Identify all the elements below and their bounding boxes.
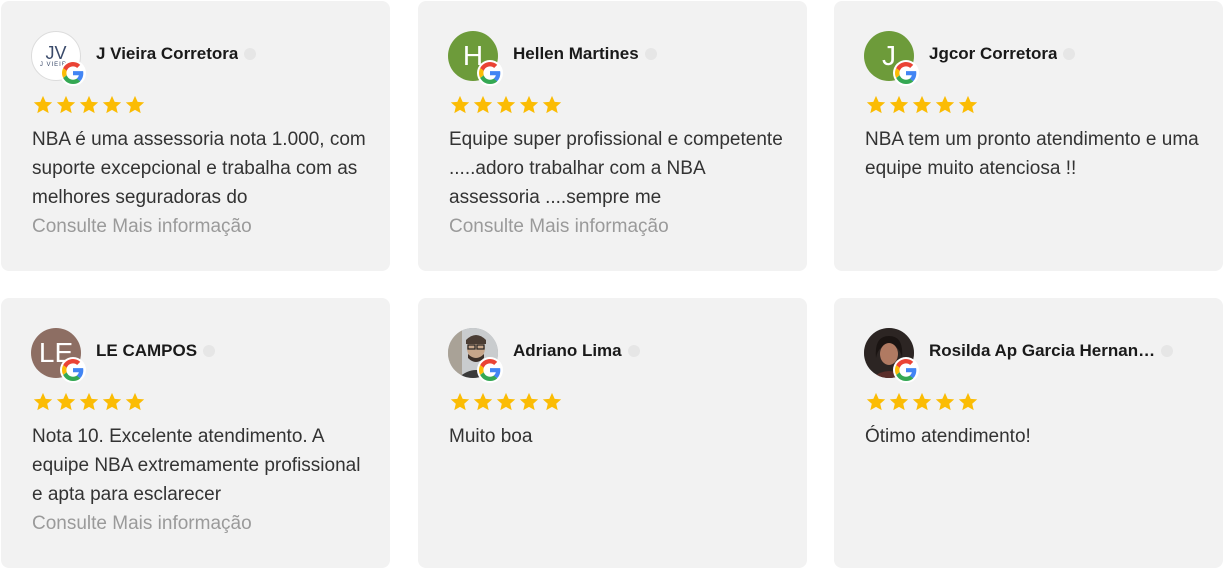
reviewer-avatar[interactable]	[448, 328, 503, 383]
star-icon	[450, 392, 470, 411]
star-icon	[958, 95, 978, 114]
rating-stars	[32, 94, 146, 118]
verified-icon	[203, 345, 216, 357]
star-icon	[496, 95, 516, 114]
google-icon	[60, 60, 86, 86]
rating-stars	[32, 391, 146, 415]
star-icon	[935, 95, 955, 114]
read-more-link[interactable]: Consulte Mais informação	[32, 509, 252, 538]
google-icon	[60, 357, 86, 383]
star-icon	[125, 392, 145, 411]
verified-icon	[644, 48, 657, 60]
reviewer-name[interactable]: LE CAMPOS	[96, 341, 197, 361]
star-icon	[958, 392, 978, 411]
star-icon	[912, 392, 932, 411]
star-icon	[56, 392, 76, 411]
reviewer-name[interactable]: J Vieira Corretora	[96, 44, 238, 64]
star-icon	[866, 95, 886, 114]
reviewer-avatar[interactable]	[864, 328, 919, 383]
reviews-grid: JV J VIEIRA J Vieira Corretora NBA é uma…	[0, 0, 1225, 569]
reviewer-avatar[interactable]: LE	[31, 328, 86, 383]
google-icon	[893, 60, 919, 86]
read-more-link[interactable]: Consulte Mais informação	[32, 212, 252, 241]
review-card: Rosilda Ap Garcia Hernan… Ótimo atendime…	[834, 298, 1223, 568]
reviewer-name[interactable]: Adriano Lima	[513, 341, 622, 361]
review-text: NBA tem um pronto atendimento e uma equi…	[865, 129, 1199, 179]
star-icon	[519, 392, 539, 411]
read-more-link[interactable]: Consulte Mais informação	[449, 212, 669, 241]
star-icon	[450, 95, 470, 114]
google-icon	[893, 357, 919, 383]
rating-stars	[865, 391, 979, 415]
verified-icon	[1063, 48, 1076, 60]
review-text: NBA é uma assessoria nota 1.000, com sup…	[32, 129, 366, 208]
review-card: JV J VIEIRA J Vieira Corretora NBA é uma…	[1, 1, 390, 271]
star-icon	[496, 392, 516, 411]
star-icon	[56, 95, 76, 114]
star-icon	[125, 95, 145, 114]
verified-icon	[244, 48, 257, 60]
star-icon	[33, 392, 53, 411]
review-text: Equipe super profissional e competente .…	[449, 129, 783, 208]
star-icon	[889, 95, 909, 114]
verified-icon	[627, 345, 640, 357]
star-icon	[912, 95, 932, 114]
review-card: Adriano Lima Muito boa	[418, 298, 807, 568]
logo-initials: JV	[45, 43, 67, 63]
reviewer-name[interactable]: Hellen Martines	[513, 44, 639, 64]
rating-stars	[449, 391, 563, 415]
review-text: Ótimo atendimento!	[865, 426, 1031, 447]
star-icon	[79, 95, 99, 114]
star-icon	[473, 392, 493, 411]
reviewer-name[interactable]: Rosilda Ap Garcia Hernan…	[929, 341, 1155, 361]
rating-stars	[449, 94, 563, 118]
review-card: J Jgcor Corretora NBA tem um pronto aten…	[834, 1, 1223, 271]
reviewer-name[interactable]: Jgcor Corretora	[929, 44, 1057, 64]
star-icon	[102, 95, 122, 114]
verified-icon	[1161, 345, 1174, 357]
star-icon	[889, 392, 909, 411]
google-icon	[477, 357, 503, 383]
review-text: Nota 10. Excelente atendimento. A equipe…	[32, 426, 361, 505]
review-card: H Hellen Martines Equipe super profissio…	[418, 1, 807, 271]
star-icon	[102, 392, 122, 411]
rating-stars	[865, 94, 979, 118]
review-text: Muito boa	[449, 426, 533, 447]
star-icon	[866, 392, 886, 411]
star-icon	[79, 392, 99, 411]
reviewer-avatar[interactable]: JV J VIEIRA	[31, 31, 86, 86]
reviewer-avatar[interactable]: J	[864, 31, 919, 86]
star-icon	[519, 95, 539, 114]
review-card: LE LE CAMPOS Nota 10. Excelente atendime…	[1, 298, 390, 568]
reviewer-avatar[interactable]: H	[448, 31, 503, 86]
google-icon	[477, 60, 503, 86]
star-icon	[542, 392, 562, 411]
star-icon	[33, 95, 53, 114]
star-icon	[542, 95, 562, 114]
star-icon	[473, 95, 493, 114]
star-icon	[935, 392, 955, 411]
